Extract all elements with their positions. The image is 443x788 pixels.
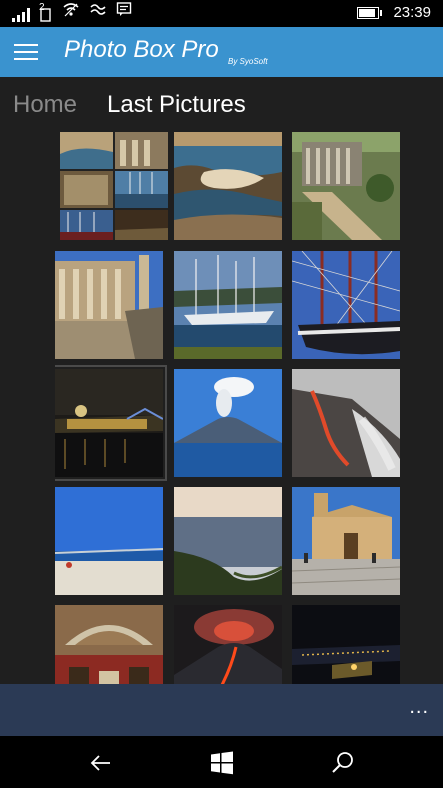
- status-bar: 2 23:39: [0, 0, 443, 27]
- photo-thumb-church-square[interactable]: [292, 487, 400, 595]
- wifi-icon: [62, 1, 80, 22]
- photo-thumb-coast-rocks[interactable]: [174, 132, 282, 240]
- navigation-bar: [0, 736, 443, 788]
- hamburger-menu-icon[interactable]: [14, 44, 38, 60]
- signal-icon: [12, 8, 30, 22]
- photo-thumb-ancient-ruins[interactable]: [292, 132, 400, 240]
- photo-thumb-volcano-island[interactable]: [174, 369, 282, 477]
- photo-thumb-sea-cliffs-sunset[interactable]: [174, 487, 282, 595]
- more-options-icon[interactable]: ...: [409, 696, 429, 719]
- photo-thumb-collage[interactable]: [60, 132, 168, 240]
- photo-thumb-lava-flow[interactable]: [292, 369, 400, 477]
- battery-icon: [357, 6, 383, 19]
- photo-thumb-night-coastline[interactable]: [292, 605, 400, 684]
- status-icons: 2: [12, 1, 132, 22]
- app-header: Photo Box Pro By SyoSoft: [0, 27, 443, 77]
- photo-thumb-night-city-river[interactable]: [55, 365, 167, 481]
- clock: 23:39: [393, 4, 431, 21]
- photo-thumb-library-ruins[interactable]: [55, 251, 163, 359]
- data-sense-icon: [89, 1, 107, 22]
- photo-grid: [55, 132, 401, 684]
- app-subtitle: By SyoSoft: [228, 57, 268, 66]
- pivot-item-home[interactable]: Home: [13, 91, 77, 119]
- pivot-item-last-pictures[interactable]: Last Pictures: [107, 91, 246, 119]
- photo-thumb-museum-interior[interactable]: [55, 605, 163, 684]
- photo-thumb-harbor-sailboats[interactable]: [174, 251, 282, 359]
- app-title: Photo Box Pro: [64, 36, 219, 63]
- photo-thumb-beach-blue-sky[interactable]: [55, 487, 163, 595]
- photo-thumb-tall-ship-masts[interactable]: [292, 251, 400, 359]
- windows-icon[interactable]: [209, 750, 235, 776]
- photo-thumb-erupting-volcano[interactable]: [174, 605, 282, 684]
- search-icon[interactable]: [330, 750, 356, 776]
- pivot-header: Home Last Pictures: [0, 77, 443, 131]
- app-bar: ...: [0, 684, 443, 736]
- back-icon[interactable]: [88, 750, 114, 776]
- sim-icon: 2: [39, 2, 53, 22]
- message-icon: [116, 1, 132, 22]
